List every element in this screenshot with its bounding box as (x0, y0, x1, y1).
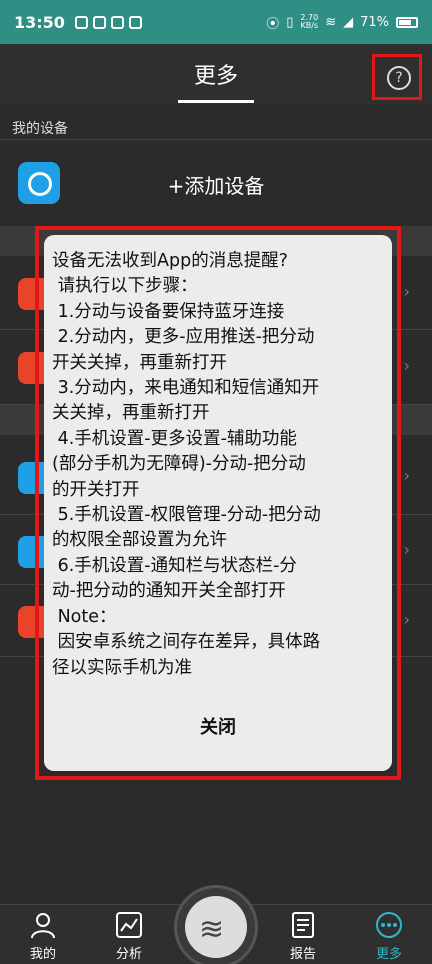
chart-icon (115, 911, 143, 939)
location-icon: ⦿ (266, 16, 280, 32)
title-underline (178, 100, 254, 103)
tiktok-icon (128, 15, 142, 29)
tab-label: 更多 (375, 947, 402, 962)
brand-logo-icon: ≋ (185, 896, 247, 958)
battery-percent: 71% (360, 14, 389, 30)
notification-icon (92, 15, 106, 29)
page-header: 更多 ? (0, 44, 432, 104)
help-highlight-box[interactable]: ? (372, 54, 422, 100)
center-logo-button[interactable]: ≋ (174, 885, 258, 964)
person-icon (29, 911, 57, 939)
signal-icon: ◢ (343, 14, 354, 30)
network-speed: 2.70 KB/s (300, 14, 318, 30)
vibrate-icon: ▯ (286, 14, 294, 30)
chevron-right-icon: › (403, 356, 410, 375)
add-device-label[interactable]: +添加设备 (0, 170, 432, 199)
tab-report[interactable]: 报告 (260, 905, 346, 964)
status-time: 13:50 (14, 12, 65, 32)
more-icon (375, 911, 403, 939)
tab-analysis[interactable]: 分析 (86, 905, 172, 964)
chevron-right-icon: › (403, 610, 410, 629)
page-title: 更多 (193, 64, 238, 89)
document-icon (289, 911, 317, 939)
bottom-tab-bar: 我的 分析 ≋ 报告 更多 (0, 885, 432, 964)
battery-icon (396, 16, 418, 28)
close-button[interactable]: 关闭 (44, 713, 392, 739)
devices-section-label: 我的设备 (12, 121, 68, 137)
tab-label: 分析 (115, 947, 142, 962)
tab-label: 报告 (289, 947, 316, 962)
add-device-row[interactable]: +添加设备 (0, 140, 432, 226)
chevron-right-icon: › (403, 282, 410, 301)
notification-icon (74, 15, 88, 29)
help-icon[interactable]: ? (387, 66, 411, 90)
tab-label: 我的 (29, 947, 56, 962)
notification-icons (74, 15, 142, 29)
notification-icon (110, 15, 124, 29)
dialog-highlight-box: 设备无法收到App的消息提醒? 请执行以下步骤： 1.分动与设备要保持蓝牙连接 … (35, 226, 401, 780)
chevron-right-icon: › (403, 540, 410, 559)
chevron-right-icon: › (403, 466, 410, 485)
tab-more[interactable]: 更多 (346, 905, 432, 964)
dialog-message: 设备无法收到App的消息提醒? 请执行以下步骤： 1.分动与设备要保持蓝牙连接 … (52, 251, 321, 678)
help-dialog: 设备无法收到App的消息提醒? 请执行以下步骤： 1.分动与设备要保持蓝牙连接 … (44, 235, 392, 771)
status-bar: 13:50 ⦿ ▯ 2.70 KB/s ≋ ◢ 71% (0, 0, 432, 44)
wifi-icon: ≋ (325, 14, 337, 30)
tab-mine[interactable]: 我的 (0, 905, 86, 964)
speed-unit: KB/s (300, 21, 319, 30)
